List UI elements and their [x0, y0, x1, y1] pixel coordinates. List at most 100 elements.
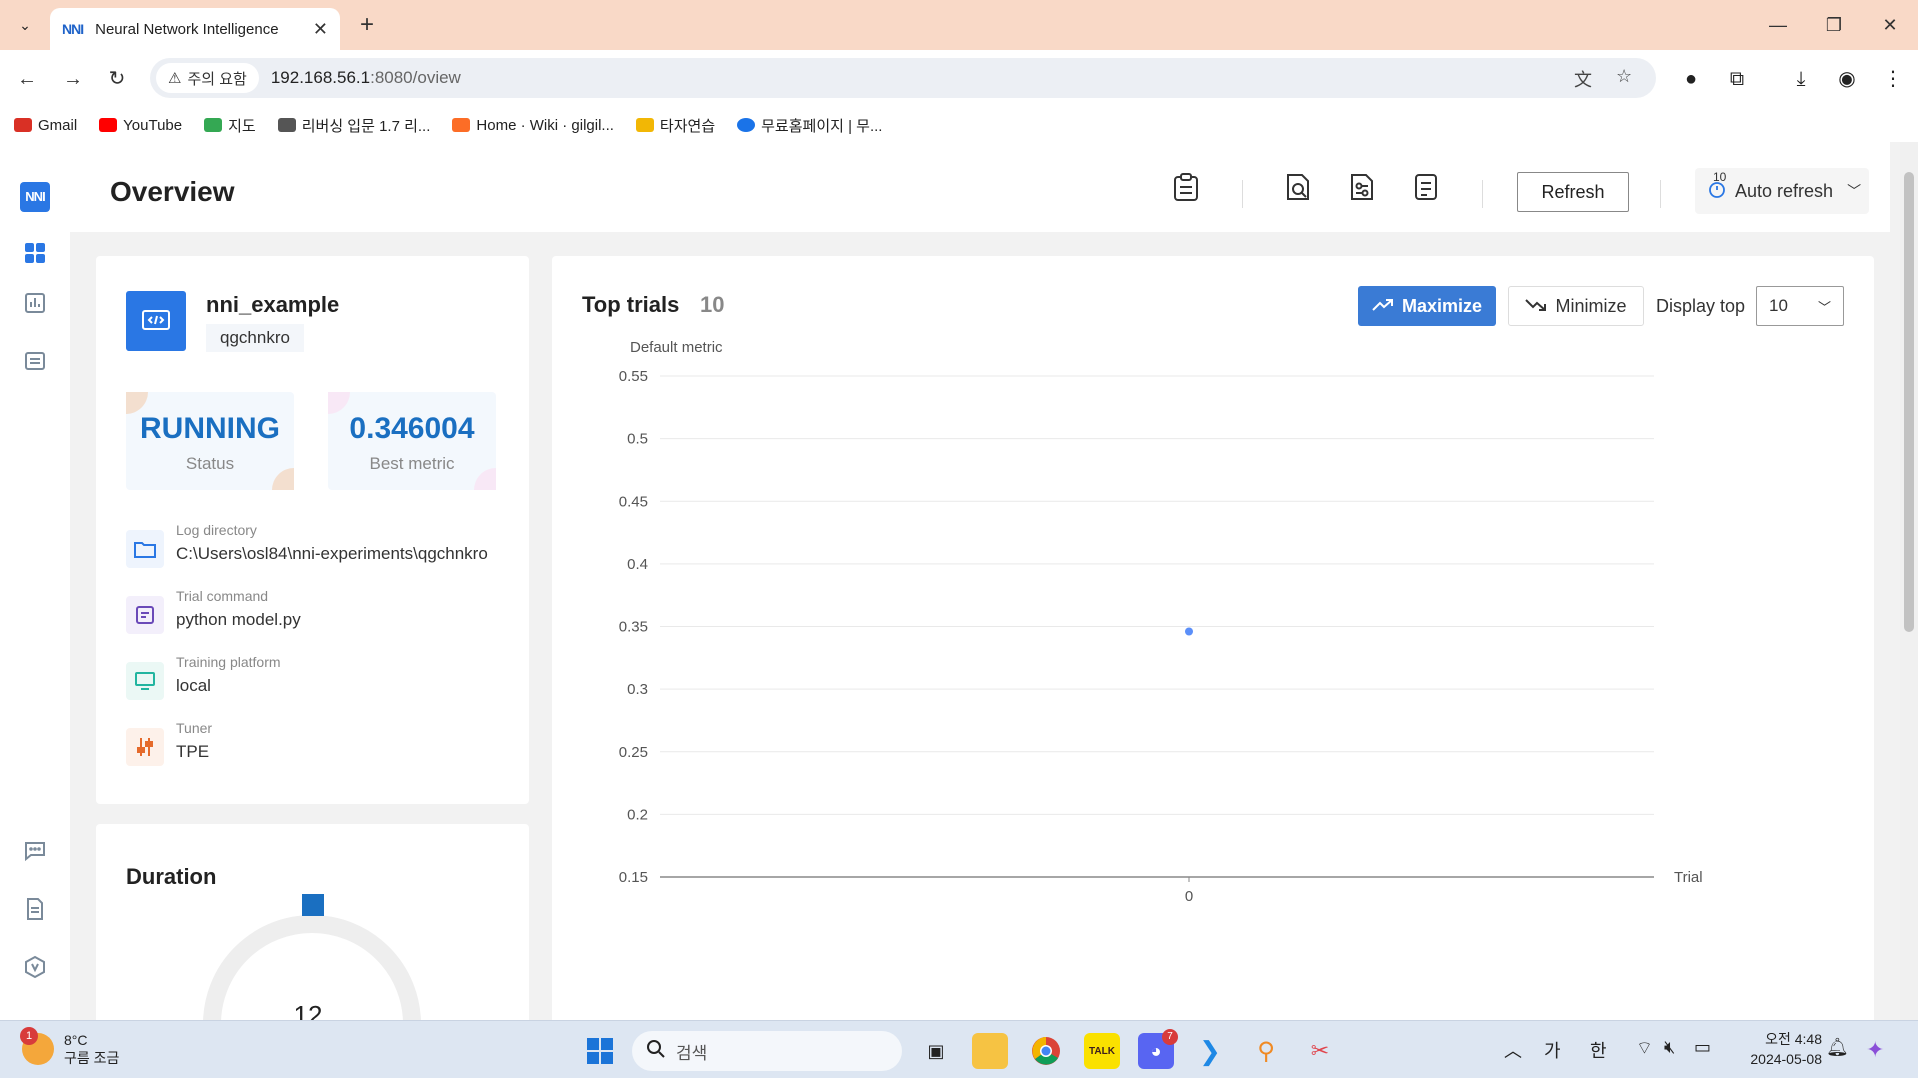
info-value: TPE — [176, 742, 210, 761]
new-tab-button[interactable]: + — [352, 10, 382, 40]
bookmark-youtube[interactable]: YouTube — [99, 117, 182, 134]
security-label: 주의 요함 — [187, 70, 247, 88]
discord-icon[interactable]: ◕ 7 — [1138, 1029, 1178, 1069]
copilot-icon[interactable]: ✦ — [1866, 1037, 1884, 1063]
weather-temp: 8°C — [64, 1032, 88, 1048]
battery-icon[interactable]: ▭ — [1694, 1037, 1711, 1058]
ime-mode[interactable]: 가 — [1544, 1037, 1561, 1063]
browser-tab[interactable]: NNI Neural Network Intelligence ✕ — [50, 8, 340, 50]
bookmark-label: YouTube — [123, 116, 183, 134]
address-bar[interactable]: ⚠ 주의 요함 192.168.56.1:8080/oview 文 ☆ — [150, 58, 1656, 98]
minimize-window-button[interactable]: — — [1758, 10, 1798, 40]
back-button[interactable]: ← — [12, 64, 42, 94]
page-title: Overview — [110, 176, 235, 207]
duration-gauge: 12 — [203, 894, 421, 1020]
header-divider — [1242, 180, 1243, 208]
translate-icon[interactable]: 文 — [1574, 66, 1592, 92]
reload-button[interactable]: ↻ — [102, 64, 132, 94]
weather-cloud-sun-icon: 1 — [20, 1027, 54, 1065]
nni-app: NNI Overview Refresh 10 Auto refresh ﹀ n… — [0, 142, 1918, 1020]
tab-search-button[interactable]: ⌄ — [8, 10, 42, 40]
taskbar-search[interactable]: 검색 — [632, 1031, 902, 1071]
search-app-icon[interactable]: ⚲ — [1248, 1033, 1284, 1069]
weather-widget[interactable]: 1 8°C 구름 조금 — [20, 1027, 119, 1067]
bookmark-reversing[interactable]: 리버싱 입문 1.7 리... — [277, 115, 431, 136]
extensions-puzzle-icon[interactable]: ⧉ — [1722, 64, 1752, 94]
wifi-icon[interactable]: ⌔ — [1636, 1037, 1653, 1060]
status-label: Status — [185, 454, 235, 473]
auto-refresh-dropdown[interactable]: 10 Auto refresh ﹀ — [1695, 168, 1869, 214]
side-navigation: NNI — [0, 142, 70, 1020]
chrome-icon[interactable] — [1028, 1033, 1064, 1069]
experiment-id: qgchnkro — [206, 324, 304, 352]
trials-detail-nav-icon[interactable] — [20, 288, 50, 318]
download-icon[interactable]: ⤓ — [1786, 64, 1816, 94]
best-metric-label: Best metric — [369, 454, 455, 473]
y-tick-label: 0.15 — [619, 869, 648, 886]
file-explorer-icon[interactable] — [972, 1033, 1008, 1069]
bookmark-label: 무료홈페이지 | 무... — [761, 117, 883, 135]
bookmark-gitlab[interactable]: Home · Wiki · gilgil... — [452, 117, 614, 134]
url-host: 192.168.56.1 — [270, 68, 371, 87]
url-path: :8080/oview — [370, 68, 461, 87]
tray-chevron-up-icon[interactable]: ︿ — [1504, 1037, 1522, 1063]
info-value: python model.py — [176, 610, 301, 629]
vscode-icon[interactable]: ❯ — [1192, 1033, 1228, 1069]
y-tick-label: 0.4 — [627, 556, 648, 573]
overview-nav-icon[interactable] — [20, 238, 50, 268]
speaker-muted-icon[interactable]: 🔇︎ — [1664, 1037, 1675, 1058]
page-scrollbar[interactable] — [1900, 142, 1918, 1020]
bookmark-star-icon[interactable]: ☆ — [1616, 66, 1632, 87]
nni-logo-icon[interactable]: NNI — [20, 182, 50, 212]
bookmark-homepage[interactable]: 무료홈페이지 | 무... — [737, 115, 882, 136]
forward-button[interactable]: → — [58, 64, 88, 94]
notification-bell-icon[interactable]: 🔔︎ — [1826, 1037, 1849, 1058]
bookmark-typing[interactable]: 타자연습 — [635, 115, 715, 136]
y-tick-label: 0.3 — [627, 681, 648, 698]
app-header: Overview Refresh 10 Auto refresh ﹀ — [70, 142, 1890, 232]
top-trials-chart: Default metric 0.55 0.5 0.45 0.4 0.35 0.3 0.25 0… — [619, 339, 1703, 905]
version-icon[interactable] — [20, 952, 50, 982]
y-tick-label: 0.35 — [619, 619, 648, 636]
documentation-icon[interactable] — [20, 894, 50, 924]
extension-circle-icon[interactable]: ● — [1676, 64, 1706, 94]
experiment-name: nni_example — [206, 292, 340, 317]
browser-tab-bar: ⌄ NNI Neural Network Intelligence ✕ + — … — [0, 0, 1918, 50]
browser-menu-icon[interactable]: ⋮ — [1878, 64, 1908, 94]
bookmark-maps[interactable]: 지도 — [204, 115, 256, 136]
experiment-summary-icon[interactable] — [1166, 172, 1206, 212]
restore-window-button[interactable]: ❐ — [1814, 10, 1854, 40]
profile-avatar-icon[interactable]: ◉ — [1832, 64, 1862, 94]
taskbar-clock[interactable]: 오전 4:48 2024-05-08 — [1740, 1029, 1822, 1069]
kakaotalk-icon[interactable]: TALK — [1084, 1033, 1120, 1069]
config-icon[interactable] — [1342, 172, 1382, 212]
bookmark-label: Home · Wiki · gilgil... — [476, 116, 614, 134]
ime-language[interactable]: 한 — [1590, 1037, 1607, 1063]
scrollbar-thumb[interactable] — [1904, 172, 1914, 632]
y-tick-label: 0.25 — [619, 744, 648, 761]
bookmark-gmail[interactable]: Gmail — [14, 117, 77, 134]
log-file-icon[interactable] — [1406, 172, 1446, 212]
security-chip[interactable]: ⚠ 주의 요함 — [156, 63, 259, 93]
experiments-nav-icon[interactable] — [20, 346, 50, 376]
homepage-icon — [737, 118, 756, 132]
tab-close-icon[interactable]: ✕ — [313, 19, 328, 40]
bookmark-label: 리버싱 입문 1.7 리... — [301, 117, 431, 135]
clock-date: 2024-05-08 — [1750, 1051, 1822, 1067]
decor-shape — [126, 392, 148, 414]
info-label: Tuner — [176, 720, 213, 736]
search-icon — [646, 1039, 666, 1064]
code-icon — [126, 291, 186, 351]
refresh-button[interactable]: Refresh — [1517, 172, 1629, 212]
youtube-icon — [99, 118, 118, 132]
search-space-icon[interactable] — [1278, 172, 1318, 212]
close-window-button[interactable]: ✕ — [1870, 10, 1910, 40]
info-value: C:\Users\osl84\nni-experiments\qgchnkro — [176, 544, 488, 563]
y-tick-label: 0.55 — [619, 368, 648, 385]
status-box: RUNNING Status — [126, 392, 294, 490]
task-view-icon[interactable]: ▣ — [918, 1033, 954, 1069]
feedback-icon[interactable] — [20, 836, 50, 866]
tuner-icon — [126, 728, 164, 766]
start-button[interactable] — [582, 1033, 618, 1069]
snipping-tool-icon[interactable]: ✂ — [1302, 1033, 1338, 1069]
